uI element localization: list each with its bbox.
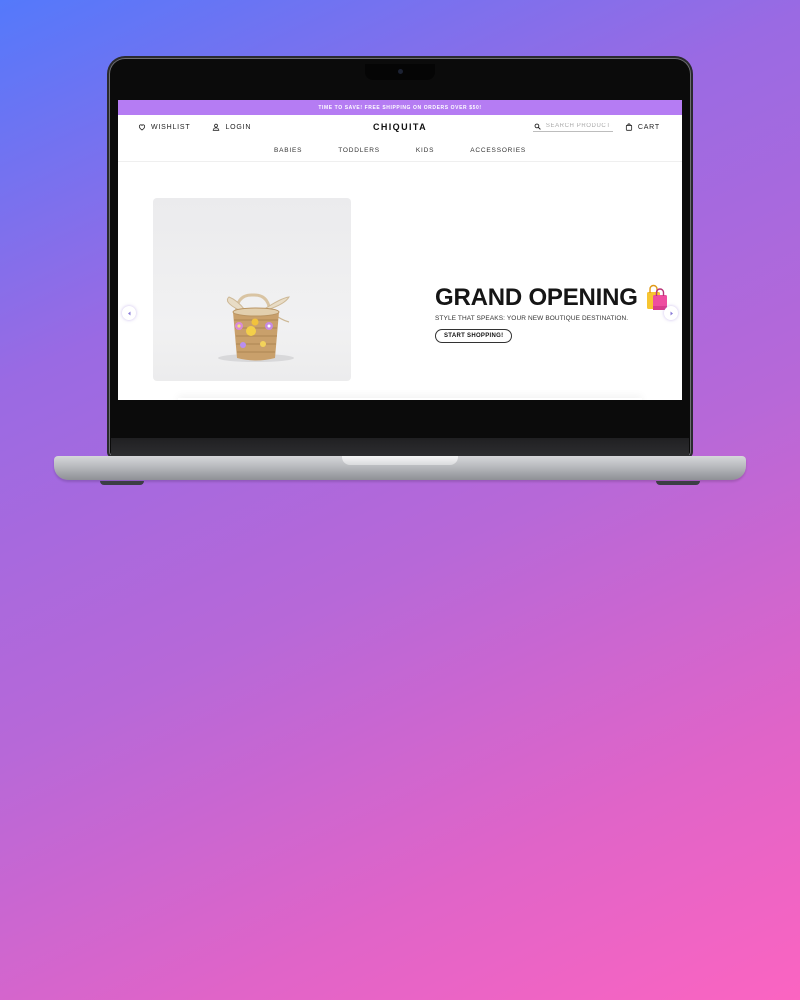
laptop-hinge <box>111 438 689 456</box>
woven-basket-bag-image <box>218 293 294 362</box>
search-box <box>532 123 613 132</box>
nav-item-toddlers[interactable]: TODDLERS <box>338 147 380 154</box>
slider-prev-button[interactable] <box>122 306 136 320</box>
search-input[interactable] <box>545 123 611 129</box>
camera-notch <box>365 64 435 80</box>
login-label: LOGIN <box>225 123 252 131</box>
heart-icon <box>138 124 146 131</box>
website-screen: TIME TO SAVE! FREE SHIPPING ON ORDERS OV… <box>118 100 682 400</box>
hero-subtitle: STYLE THAT SPEAKS: YOUR NEW BOUTIQUE DES… <box>435 315 629 322</box>
camera-icon <box>398 69 403 74</box>
promo-banner: TIME TO SAVE! FREE SHIPPING ON ORDERS OV… <box>118 100 682 115</box>
shopping-bag-icon <box>625 123 632 131</box>
wishlist-label: WISHLIST <box>151 123 191 131</box>
nav-item-accessories[interactable]: ACCESSORIES <box>470 147 526 154</box>
hero-title-row: GRAND OPENING <box>435 284 670 312</box>
nav-item-kids[interactable]: KIDS <box>416 147 434 154</box>
wishlist-link[interactable]: WISHLIST <box>138 123 190 131</box>
laptop-foot <box>656 481 700 485</box>
site-header: WISHLIST LOGIN CHIQUITA CART <box>118 115 682 139</box>
login-link[interactable]: LOGIN <box>212 123 251 131</box>
user-icon <box>213 123 220 131</box>
start-shopping-button[interactable]: START SHOPPING! <box>435 329 513 343</box>
cart-link[interactable]: CART <box>625 123 660 131</box>
cart-label: CART <box>637 123 660 131</box>
chevron-left-icon <box>127 311 130 315</box>
laptop-opening-lip <box>342 456 458 465</box>
header-left-links: WISHLIST LOGIN <box>138 115 251 139</box>
nav-item-babies[interactable]: BABIES <box>274 147 302 154</box>
chevron-right-icon <box>670 311 673 315</box>
hero-title: GRAND OPENING <box>435 284 638 311</box>
laptop-foot <box>100 481 144 485</box>
search-icon[interactable] <box>534 123 541 130</box>
hero-bottom-shadow <box>178 398 642 400</box>
category-nav: BABIES TODDLERS KIDS ACCESSORIES <box>118 139 682 162</box>
hero-slider: GRAND OPENING STYLE THAT SPEAKS: YOUR NE… <box>118 162 682 400</box>
header-right-tools: CART <box>532 115 660 139</box>
hero-product-image <box>153 198 351 381</box>
promo-text: TIME TO SAVE! FREE SHIPPING ON ORDERS OV… <box>318 104 482 111</box>
slider-next-button[interactable] <box>664 306 678 320</box>
